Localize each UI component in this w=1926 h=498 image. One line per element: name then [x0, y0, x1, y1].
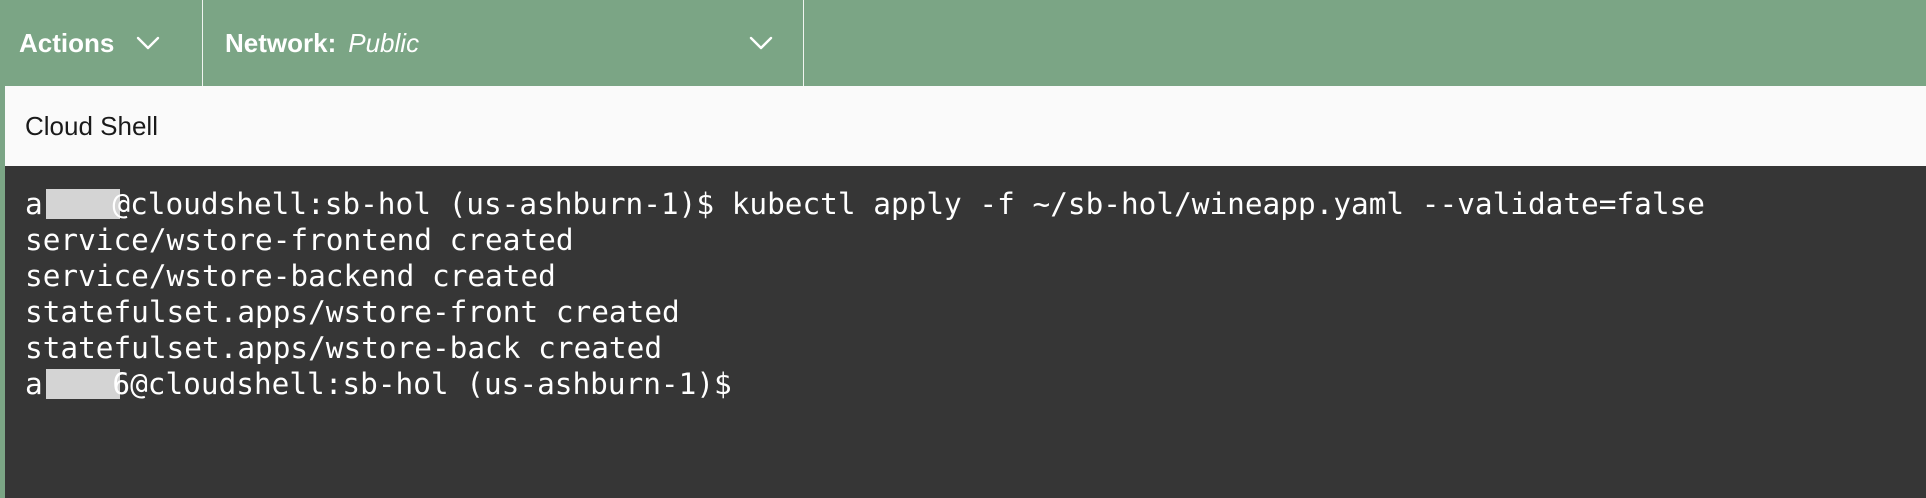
- terminal-command: kubectl apply -f ~/sb-hol/wineapp.yaml -…: [714, 187, 1705, 221]
- prompt-user-end: 6: [112, 367, 131, 401]
- panel-header: Cloud Shell: [5, 86, 1926, 166]
- terminal-output-line: statefulset.apps/wstore-front created: [25, 295, 680, 329]
- terminal-output-line: service/wstore-frontend created: [25, 223, 574, 257]
- panel-title: Cloud Shell: [25, 110, 158, 141]
- redaction-box: [46, 369, 121, 399]
- prompt-host: @cloudshell:sb-hol (us-ashburn-1)$: [112, 187, 715, 221]
- terminal-command-line: ar @cloudshell:sb-hol (us-ashburn-1)$ kub…: [25, 186, 1926, 222]
- cloud-shell-panel: Cloud Shell ar @cloudshell:sb-hol (us-ash…: [5, 86, 1926, 498]
- actions-dropdown[interactable]: Actions: [0, 0, 203, 86]
- top-toolbar: Actions Network: Public: [0, 0, 1926, 86]
- chevron-down-icon: [134, 29, 162, 57]
- actions-label: Actions: [19, 27, 115, 58]
- terminal-output-line: service/wstore-backend created: [25, 259, 556, 293]
- network-dropdown[interactable]: Network: Public: [203, 0, 804, 86]
- chevron-down-icon: [747, 29, 775, 57]
- terminal-output-line: statefulset.apps/wstore-back created: [25, 331, 663, 365]
- terminal-prompt-line: ar 6@cloudshell:sb-hol (us-ashburn-1)$: [25, 366, 1926, 402]
- terminal[interactable]: ar @cloudshell:sb-hol (us-ashburn-1)$ kub…: [5, 166, 1926, 402]
- network-value: Public: [348, 27, 420, 58]
- prompt-host: @cloudshell:sb-hol (us-ashburn-1)$: [130, 367, 732, 401]
- network-label: Network:: [225, 27, 337, 58]
- redaction-box: [46, 189, 121, 219]
